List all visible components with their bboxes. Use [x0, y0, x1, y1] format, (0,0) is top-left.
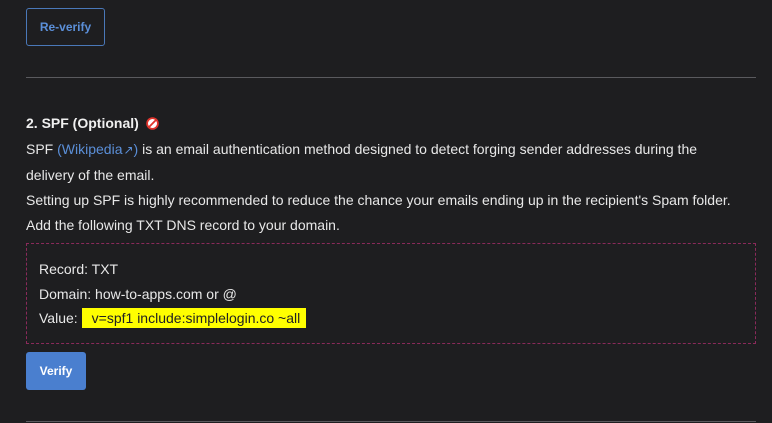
- external-link-icon: ↗: [123, 143, 134, 157]
- record-domain-line: Domain: how-to-apps.com or @: [39, 282, 743, 307]
- spf-title-text: 2. SPF (Optional): [26, 115, 139, 131]
- spf-description: SPF (Wikipedia↗) is an email authenticat…: [26, 137, 746, 238]
- record-value-line: Value: v=spf1 include:simplelogin.co ~all: [39, 306, 743, 331]
- record-type-label: Record:: [39, 261, 89, 277]
- wikipedia-link-text: (Wikipedia: [57, 141, 123, 157]
- section-divider: [26, 77, 756, 78]
- desc-prefix: SPF: [26, 141, 58, 157]
- bottom-divider: [26, 421, 756, 422]
- verify-button[interactable]: Verify: [26, 352, 86, 390]
- record-type-value: TXT: [91, 261, 119, 277]
- record-type-line: Record: TXT: [39, 257, 743, 282]
- record-value-text[interactable]: v=spf1 include:simplelogin.co ~all: [81, 308, 307, 328]
- reverify-button[interactable]: Re-verify: [26, 8, 105, 46]
- spf-instruction: Add the following TXT DNS record to your…: [26, 217, 340, 233]
- record-value-label: Value:: [39, 310, 78, 326]
- wikipedia-link[interactable]: (Wikipedia↗): [57, 141, 138, 157]
- spf-setup-page: Re-verify 2. SPF (Optional) SPF (Wikiped…: [0, 0, 772, 423]
- spf-recommendation: Setting up SPF is highly recommended to …: [26, 192, 731, 208]
- spf-definition: SPF (Wikipedia↗) is an email authenticat…: [26, 137, 746, 188]
- record-domain-label: Domain:: [39, 285, 92, 302]
- spf-section-title: 2. SPF (Optional): [26, 113, 159, 133]
- no-entry-icon: [145, 116, 159, 130]
- record-domain-value: how-to-apps.com or @: [95, 285, 237, 302]
- dns-record-box: Record: TXT Domain: how-to-apps.com or @…: [26, 243, 756, 344]
